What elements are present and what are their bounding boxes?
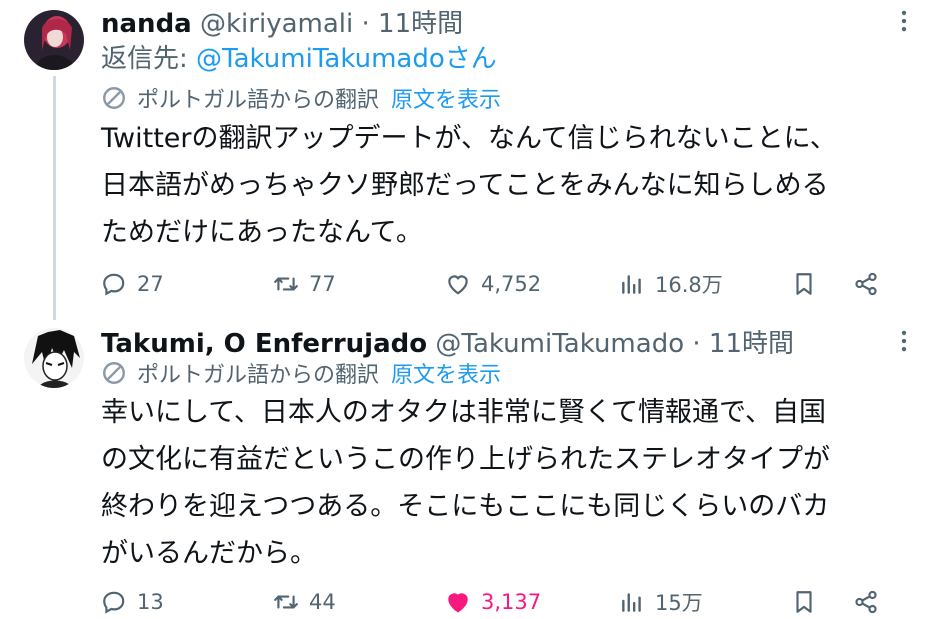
like-button[interactable]: 4,752 [445, 267, 541, 301]
view-count: 16.8万 [655, 273, 723, 297]
tweet-header: nanda @kiriyamali · 11時間 [101, 3, 463, 40]
retweet-button[interactable]: 44 [273, 585, 336, 619]
timestamp[interactable]: 11時間 [709, 329, 794, 359]
bookmark-button[interactable] [791, 585, 827, 619]
translation-note: ポルトガル語からの翻訳 [137, 363, 380, 388]
bookmark-icon [796, 591, 812, 613]
share-icon [855, 590, 877, 614]
retweet-button[interactable]: 77 [273, 267, 336, 301]
reply-count: 13 [137, 590, 164, 614]
text-line: 終わりを迎えつつある。そこにもここにも同じくらいのバカ [101, 491, 830, 522]
share-icon [855, 272, 877, 296]
tweet-text: Twitterの翻訳アップデートが、なんて信じられないことに、 日本語がめっちゃ… [101, 115, 901, 256]
reply-icon [103, 591, 125, 614]
reply-prefix: 返信先: [101, 44, 197, 74]
show-original-link[interactable]: 原文を表示 [391, 82, 501, 114]
display-name[interactable]: nanda [101, 9, 192, 39]
separator: · [692, 329, 701, 359]
more-button[interactable] [889, 6, 919, 36]
retweet-icon [274, 595, 298, 609]
translation-bar: ポルトガル語からの翻訳 原文を表示 [101, 82, 501, 114]
reply-button[interactable]: 27 [101, 267, 164, 301]
timestamp[interactable]: 11時間 [378, 9, 463, 39]
action-bar: 27 77 4,752 16.8万 [101, 267, 891, 301]
avatar[interactable] [24, 328, 84, 388]
bookmark-button[interactable] [791, 267, 827, 301]
text-line: がいるんだから。 [101, 538, 317, 569]
reply-count: 27 [137, 272, 164, 296]
tweet-2[interactable]: Takumi, O Enferrujado @TakumiTakumado · … [0, 320, 943, 615]
like-button[interactable]: 3,137 [445, 585, 541, 619]
like-count: 3,137 [481, 590, 542, 614]
like-icon [448, 275, 468, 295]
thread-line [53, 76, 56, 320]
retweet-count: 77 [309, 272, 336, 296]
separator: · [361, 9, 370, 39]
retweet-count: 44 [309, 590, 336, 614]
translate-icon [103, 87, 125, 109]
action-bar: 13 44 3,137 15万 [101, 585, 891, 619]
views-button[interactable]: 15万 [619, 585, 703, 619]
reply-icon [103, 273, 125, 296]
tweet-text: 幸いにして、日本人のオタクは非常に賢くて情報通で、自国 の文化に有益だというこの… [101, 389, 901, 577]
share-button[interactable] [853, 267, 889, 301]
retweet-icon [274, 277, 298, 291]
text-line: 幸いにして、日本人のオタクは非常に賢くて情報通で、自国 [101, 397, 826, 428]
handle[interactable]: @kiriyamali [200, 9, 353, 39]
reply-to: 返信先: @TakumiTakumadoさん [101, 38, 497, 75]
more-icon [901, 330, 907, 352]
text-line: 日本語がめっちゃクソ野郎だってことをみんなに知らしめる [101, 170, 829, 201]
like-count: 4,752 [481, 272, 542, 296]
display-name[interactable]: Takumi, O Enferrujado [101, 329, 427, 359]
translate-icon [103, 362, 125, 384]
text-line: の文化に有益だというこの作り上げられたステレオタイプが [101, 444, 830, 475]
handle[interactable]: @TakumiTakumado [435, 329, 684, 359]
translation-bar: ポルトガル語からの翻訳 原文を表示 [101, 357, 501, 389]
like-icon [448, 593, 468, 613]
more-icon [901, 10, 907, 32]
translation-note: ポルトガル語からの翻訳 [137, 88, 380, 113]
views-icon [622, 275, 641, 294]
more-button[interactable] [889, 326, 919, 356]
bookmark-icon [796, 273, 812, 295]
reply-button[interactable]: 13 [101, 585, 164, 619]
views-button[interactable]: 16.8万 [619, 267, 723, 301]
show-original-link[interactable]: 原文を表示 [391, 357, 501, 389]
tweet-header: Takumi, O Enferrujado @TakumiTakumado · … [101, 323, 794, 360]
views-icon [622, 593, 641, 612]
share-button[interactable] [853, 585, 889, 619]
text-line: Twitterの翻訳アップデートが、なんて信じられないことに、 [101, 123, 837, 154]
avatar[interactable] [24, 10, 84, 70]
reply-handle-link[interactable]: @TakumiTakumadoさん [196, 44, 497, 74]
tweet-1[interactable]: nanda @kiriyamali · 11時間 返信先: @TakumiTak… [0, 0, 943, 320]
text-line: ためだけにあったなんて。 [101, 217, 423, 248]
